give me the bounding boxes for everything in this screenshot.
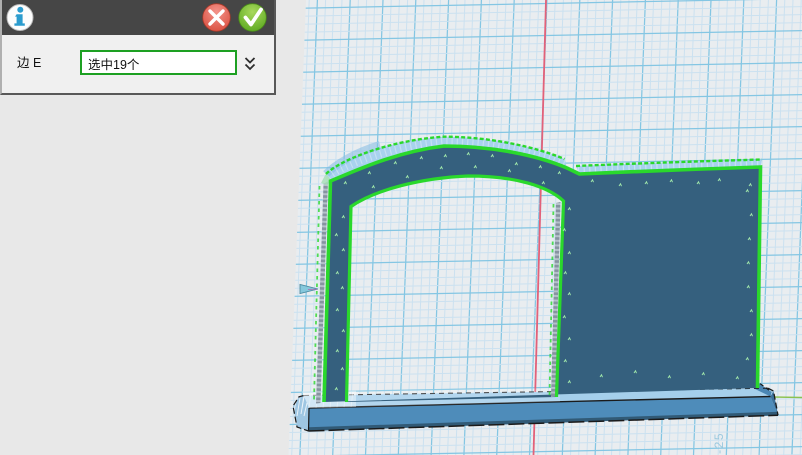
svg-text:0-25: 0-25: [712, 432, 726, 455]
